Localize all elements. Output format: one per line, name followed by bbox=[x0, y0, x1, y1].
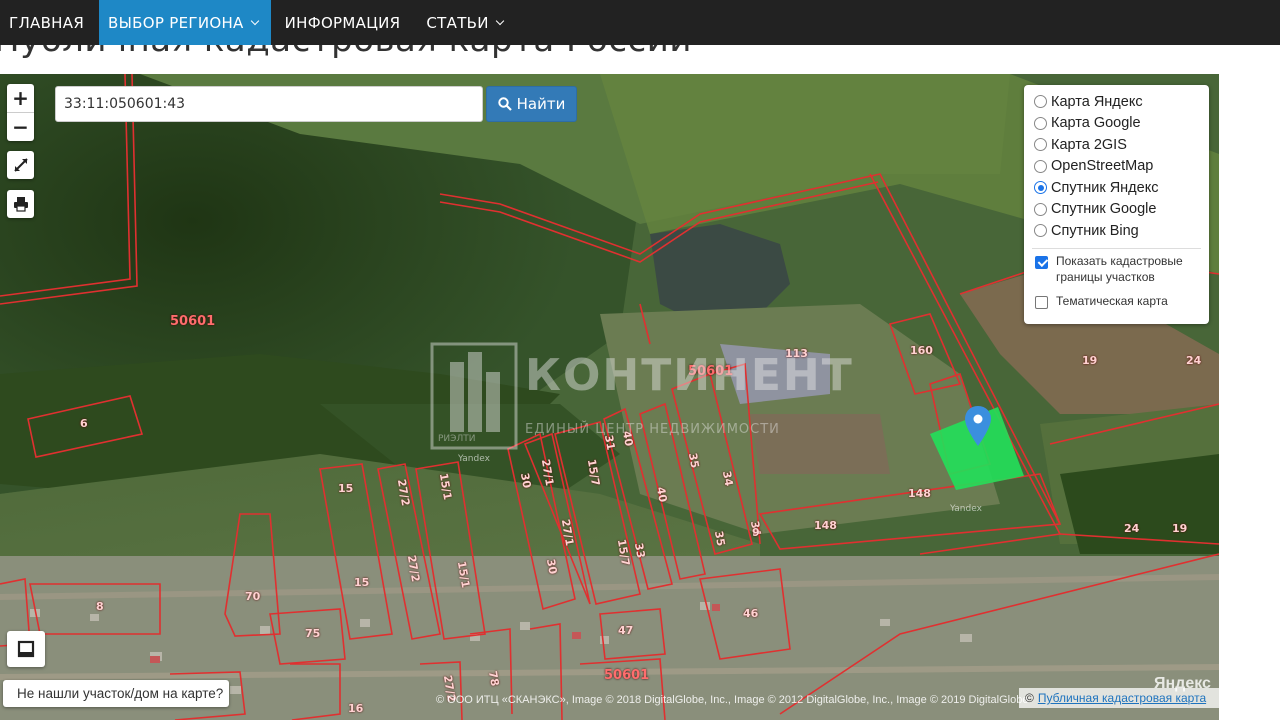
parcel-label: 34 bbox=[719, 469, 736, 488]
toggle-thematic-map[interactable]: Тематическая карта bbox=[1032, 293, 1201, 309]
radio-button[interactable] bbox=[1034, 224, 1047, 238]
zoom-out-button[interactable]: − bbox=[7, 112, 34, 140]
layer-option-label: Спутник Яндекс bbox=[1051, 179, 1159, 196]
layer-option-label: Спутник Google bbox=[1051, 201, 1157, 218]
layer-option-osm[interactable]: OpenStreetMap bbox=[1032, 156, 1201, 178]
print-button[interactable] bbox=[7, 190, 34, 218]
layer-option-label: Карта 2GIS bbox=[1051, 136, 1127, 153]
layer-option-label: Карта Google bbox=[1051, 115, 1141, 132]
search-button-label: Найти bbox=[516, 95, 566, 113]
parcel-label: 24 bbox=[1124, 522, 1140, 535]
pkk-attribution: © Публичная кадастровая карта bbox=[1019, 688, 1219, 708]
legend-button[interactable] bbox=[7, 631, 45, 667]
nav-articles-dropdown[interactable]: СТАТЬИ bbox=[413, 0, 515, 45]
radio-button[interactable] bbox=[1034, 202, 1047, 216]
parcel-label: 30 bbox=[543, 557, 560, 576]
parcel-label: 70 bbox=[245, 590, 261, 603]
expand-icon bbox=[13, 158, 28, 172]
checkbox-label: Показать кадастровые границы участков bbox=[1056, 253, 1183, 284]
layer-option-bing-satellite[interactable]: Спутник Bing bbox=[1032, 220, 1201, 242]
parcel-label: 30 bbox=[517, 471, 534, 490]
nav-articles-label: СТАТЬИ bbox=[426, 13, 489, 32]
cadastral-search-input[interactable] bbox=[55, 86, 483, 122]
radio-button[interactable] bbox=[1034, 116, 1047, 130]
map-yandex-tag: Yandex bbox=[458, 454, 490, 464]
parcel-label: 19 bbox=[1172, 522, 1188, 535]
parcel-label: 16 bbox=[348, 702, 364, 715]
nav-region-label: ВЫБОР РЕГИОНА bbox=[108, 13, 244, 32]
not-found-button[interactable]: Не нашли участок/дом на карте? bbox=[3, 680, 229, 707]
nav-home[interactable]: ГЛАВНАЯ bbox=[0, 0, 99, 45]
top-navbar: ГЛАВНАЯ ВЫБОР РЕГИОНА ИНФОРМАЦИЯ СТАТЬИ bbox=[0, 0, 1280, 45]
layer-option-yandex-map[interactable]: Карта Яндекс bbox=[1032, 91, 1201, 113]
radio-button[interactable] bbox=[1034, 95, 1047, 109]
fullscreen-button[interactable] bbox=[7, 151, 34, 179]
radio-button[interactable] bbox=[1034, 159, 1047, 173]
search-icon bbox=[497, 97, 512, 111]
parcel-label: 15 bbox=[338, 482, 354, 495]
parcel-label: 24 bbox=[1186, 354, 1202, 367]
checkbox-checked[interactable] bbox=[1035, 255, 1048, 269]
page-margin bbox=[1219, 45, 1280, 720]
parcel-label: 40 bbox=[653, 485, 670, 504]
parcel-label: 160 bbox=[910, 344, 933, 357]
map-yandex-tag: Yandex bbox=[950, 504, 982, 514]
layer-option-2gis-map[interactable]: Карта 2GIS bbox=[1032, 134, 1201, 156]
toggle-cadastral-borders[interactable]: Показать кадастровые границы участков bbox=[1032, 253, 1201, 285]
region-label: 50601 bbox=[170, 314, 216, 329]
layer-option-label: Карта Яндекс bbox=[1051, 93, 1143, 110]
nav-info[interactable]: ИНФОРМАЦИЯ bbox=[271, 0, 414, 45]
watermark-text: КОНТИНЕНТ bbox=[525, 350, 854, 401]
layer-option-label: Спутник Bing bbox=[1051, 222, 1139, 239]
checkbox-label: Тематическая карта bbox=[1056, 293, 1168, 308]
book-icon bbox=[17, 640, 35, 658]
parcel-label: 47 bbox=[618, 624, 634, 637]
watermark-logo: КОНТИНЕНТ ЕДИНЫЙ ЦЕНТР НЕДВИЖИМОСТИ РИЭЛ… bbox=[430, 342, 852, 452]
parcel-label: 148 bbox=[908, 487, 931, 500]
parcel-label: 46 bbox=[743, 607, 759, 620]
map-attribution: © ООО ИТЦ «СКАНЭКС», Image © 2018 Digita… bbox=[436, 694, 1029, 706]
nav-home-label: ГЛАВНАЯ bbox=[9, 13, 85, 32]
parcel-label: 75 bbox=[305, 627, 321, 640]
parcel-label: 148 bbox=[814, 519, 837, 532]
radio-button-selected[interactable] bbox=[1034, 181, 1047, 195]
parcel-label: 15 bbox=[354, 576, 370, 589]
nav-info-label: ИНФОРМАЦИЯ bbox=[284, 13, 401, 32]
parcel-label: 8 bbox=[96, 600, 104, 613]
parcel-label: 35 bbox=[685, 451, 702, 470]
printer-icon bbox=[13, 197, 28, 212]
parcel-label: 6 bbox=[80, 417, 88, 430]
zoom-control: + − bbox=[7, 84, 34, 141]
checkbox[interactable] bbox=[1035, 295, 1048, 309]
parcel-label: 33 bbox=[631, 541, 648, 560]
divider bbox=[1032, 247, 1201, 249]
copyright-sign: © bbox=[1025, 691, 1034, 705]
watermark-subtext: ЕДИНЫЙ ЦЕНТР НЕДВИЖИМОСТИ bbox=[525, 422, 780, 437]
region-label: 50601 bbox=[604, 668, 650, 683]
layer-option-yandex-satellite[interactable]: Спутник Яндекс bbox=[1032, 177, 1201, 199]
parcel-label: 19 bbox=[1082, 354, 1098, 367]
parcel-label: 35 bbox=[711, 529, 728, 548]
parcel-label: 9 bbox=[752, 526, 760, 539]
parcel-label: 78 bbox=[485, 669, 502, 688]
zoom-in-button[interactable]: + bbox=[7, 84, 34, 112]
layer-option-google-map[interactable]: Карта Google bbox=[1032, 113, 1201, 135]
chevron-down-icon bbox=[495, 16, 505, 25]
pkk-link[interactable]: Публичная кадастровая карта bbox=[1038, 691, 1206, 705]
layer-switcher-panel: Карта Яндекс Карта Google Карта 2GIS Ope… bbox=[1024, 85, 1209, 324]
chevron-down-icon bbox=[250, 16, 259, 25]
watermark-brand: РИЭЛТИ bbox=[438, 434, 476, 444]
nav-region-dropdown[interactable]: ВЫБОР РЕГИОНА bbox=[99, 0, 271, 45]
layer-option-label: OpenStreetMap bbox=[1051, 158, 1154, 175]
radio-button[interactable] bbox=[1034, 138, 1047, 152]
search-button[interactable]: Найти bbox=[486, 86, 577, 122]
layer-option-google-satellite[interactable]: Спутник Google bbox=[1032, 199, 1201, 221]
